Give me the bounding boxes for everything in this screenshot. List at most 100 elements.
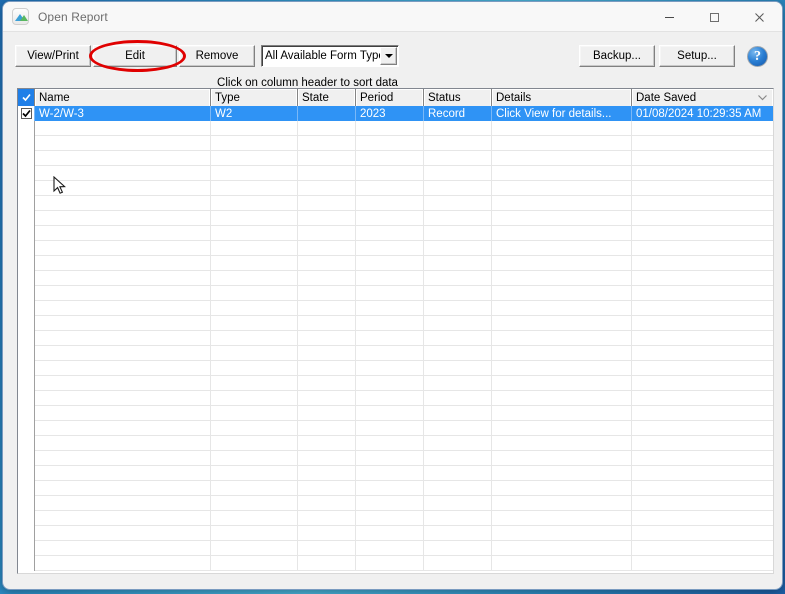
table-row[interactable] — [18, 241, 773, 256]
row-checkbox[interactable] — [18, 406, 35, 421]
cell-state — [298, 406, 356, 421]
table-row[interactable] — [18, 301, 773, 316]
cell-date — [632, 181, 773, 196]
table-row[interactable] — [18, 316, 773, 331]
cell-type — [211, 451, 298, 466]
row-checkbox[interactable] — [18, 556, 35, 571]
row-checkbox[interactable] — [18, 451, 35, 466]
column-header-state[interactable]: State — [298, 89, 356, 106]
row-checkbox[interactable] — [18, 196, 35, 211]
row-checkbox[interactable] — [18, 136, 35, 151]
table-row[interactable] — [18, 451, 773, 466]
table-row[interactable] — [18, 166, 773, 181]
row-checkbox[interactable] — [18, 421, 35, 436]
table-row[interactable] — [18, 226, 773, 241]
row-checkbox[interactable] — [18, 391, 35, 406]
table-row[interactable] — [18, 376, 773, 391]
column-header-status[interactable]: Status — [424, 89, 492, 106]
table-row[interactable] — [18, 181, 773, 196]
table-row[interactable] — [18, 136, 773, 151]
row-checkbox[interactable] — [18, 241, 35, 256]
cell-period — [356, 256, 424, 271]
chevron-down-icon[interactable] — [380, 47, 397, 65]
row-checkbox[interactable] — [18, 301, 35, 316]
table-row[interactable] — [18, 346, 773, 361]
row-checkbox[interactable] — [18, 121, 35, 136]
minimize-icon[interactable] — [647, 2, 692, 32]
table-row[interactable] — [18, 541, 773, 556]
row-checkbox[interactable] — [18, 271, 35, 286]
table-row[interactable] — [18, 271, 773, 286]
row-checkbox[interactable] — [18, 361, 35, 376]
maximize-icon[interactable] — [692, 2, 737, 32]
close-icon[interactable] — [737, 2, 782, 32]
table-row[interactable] — [18, 421, 773, 436]
help-icon[interactable]: ? — [747, 46, 768, 67]
column-header-type[interactable]: Type — [211, 89, 298, 106]
table-row[interactable]: W-2/W-3 W2 2023 Record Click View for detail… — [18, 106, 773, 121]
row-checkbox[interactable] — [18, 316, 35, 331]
table-row[interactable] — [18, 211, 773, 226]
row-checkbox[interactable] — [18, 211, 35, 226]
column-header-date-saved-label: Date Saved — [636, 91, 697, 104]
table-row[interactable] — [18, 436, 773, 451]
table-row[interactable] — [18, 406, 773, 421]
cell-state — [298, 376, 356, 391]
row-checkbox[interactable] — [18, 376, 35, 391]
view-print-button[interactable]: View/Print — [15, 45, 91, 67]
reports-grid: Name Type State Period Status Details Da… — [17, 88, 774, 574]
column-header-details[interactable]: Details — [492, 89, 632, 106]
column-header-period[interactable]: Period — [356, 89, 424, 106]
row-checkbox[interactable] — [18, 331, 35, 346]
table-row[interactable] — [18, 556, 773, 571]
cell-name — [35, 361, 211, 376]
table-row[interactable] — [18, 526, 773, 541]
row-checkbox[interactable] — [18, 496, 35, 511]
table-row[interactable] — [18, 481, 773, 496]
table-row[interactable] — [18, 466, 773, 481]
table-row[interactable] — [18, 286, 773, 301]
row-checkbox[interactable] — [18, 436, 35, 451]
cell-date — [632, 196, 773, 211]
table-row[interactable] — [18, 256, 773, 271]
row-checkbox[interactable] — [18, 166, 35, 181]
cell-name — [35, 301, 211, 316]
table-row[interactable] — [18, 511, 773, 526]
table-row[interactable] — [18, 391, 773, 406]
cell-period — [356, 346, 424, 361]
row-checkbox[interactable] — [18, 181, 35, 196]
table-row[interactable] — [18, 361, 773, 376]
row-checkbox[interactable] — [18, 256, 35, 271]
row-checkbox[interactable] — [18, 481, 35, 496]
row-checkbox[interactable] — [18, 226, 35, 241]
setup-button[interactable]: Setup... — [659, 45, 735, 67]
row-checkbox[interactable] — [18, 346, 35, 361]
table-row[interactable] — [18, 196, 773, 211]
backup-button[interactable]: Backup... — [579, 45, 655, 67]
row-checkbox[interactable] — [18, 151, 35, 166]
remove-button[interactable]: Remove — [179, 45, 255, 67]
table-row[interactable] — [18, 151, 773, 166]
cell-state — [298, 316, 356, 331]
cell-name — [35, 136, 211, 151]
row-checkbox[interactable] — [18, 286, 35, 301]
column-header-date-saved[interactable]: Date Saved — [632, 89, 773, 106]
form-type-dropdown[interactable]: All Available Form Types — [261, 45, 399, 67]
column-header-name[interactable]: Name — [35, 89, 211, 106]
cell-status — [424, 286, 492, 301]
row-checkbox[interactable] — [18, 526, 35, 541]
cell-type — [211, 346, 298, 361]
cell-date — [632, 301, 773, 316]
row-checkbox[interactable] — [18, 541, 35, 556]
table-row[interactable] — [18, 496, 773, 511]
row-checkbox[interactable] — [18, 106, 35, 121]
select-all-checkbox-header[interactable] — [18, 89, 35, 106]
edit-button[interactable]: Edit — [93, 45, 177, 67]
cell-type — [211, 181, 298, 196]
table-row[interactable] — [18, 121, 773, 136]
table-row[interactable] — [18, 331, 773, 346]
cell-type — [211, 196, 298, 211]
row-checkbox[interactable] — [18, 466, 35, 481]
row-checkbox[interactable] — [18, 511, 35, 526]
cell-status — [424, 121, 492, 136]
